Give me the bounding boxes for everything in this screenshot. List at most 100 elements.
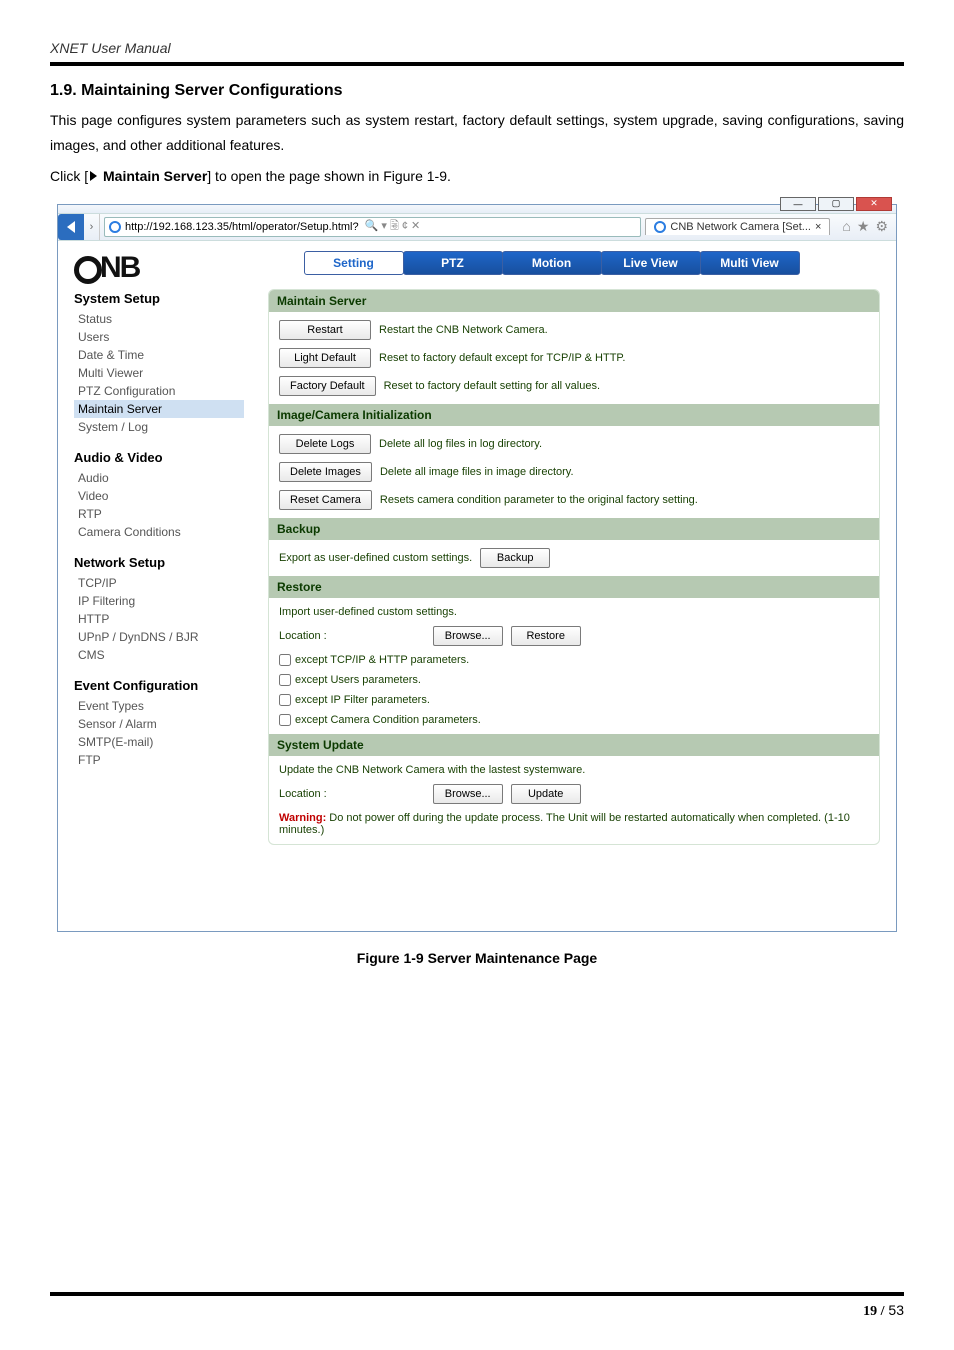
menu-item-camera-conditions[interactable]: Camera Conditions — [74, 523, 244, 541]
menu-item-upnp[interactable]: UPnP / DynDNS / BJR — [74, 628, 244, 646]
update-button[interactable]: Update — [511, 784, 581, 804]
menu-group-system-setup: System Setup — [74, 291, 244, 306]
home-icon[interactable]: ⌂ — [842, 218, 850, 235]
section-maintain-server: Maintain Server — [269, 290, 879, 312]
backup-button[interactable]: Backup — [480, 548, 550, 568]
delete-logs-desc: Delete all log files in log directory. — [379, 438, 542, 450]
update-desc: Update the CNB Network Camera with the l… — [279, 764, 869, 776]
page-number: 19 / 53 — [50, 1302, 904, 1320]
menu-group-audio-video: Audio & Video — [74, 450, 244, 465]
chk-except-tcpip[interactable]: except TCP/IP & HTTP parameters. — [279, 654, 869, 666]
menu-item-multi-viewer[interactable]: Multi Viewer — [74, 364, 244, 382]
window-minimize-button[interactable]: — — [780, 197, 816, 211]
delete-logs-button[interactable]: Delete Logs — [279, 434, 371, 454]
browser-window: — ▢ ✕ › http://192.168.123.35/html/opera… — [57, 204, 897, 932]
warning-text: Do not power off during the update proce… — [279, 812, 850, 836]
section-heading: 1.9. Maintaining Server Configurations — [50, 82, 904, 100]
ie-icon — [654, 221, 666, 233]
tab-close-icon[interactable]: × — [815, 221, 821, 233]
checkbox-icon[interactable] — [279, 714, 291, 726]
chk-except-camera-cond[interactable]: except Camera Condition parameters. — [279, 714, 869, 726]
tools-icon[interactable]: ⚙ — [875, 218, 888, 235]
restore-button[interactable]: Restore — [511, 626, 581, 646]
menu-item-smtp[interactable]: SMTP(E-mail) — [74, 733, 244, 751]
side-menu: System Setup Status Users Date & Time Mu… — [74, 289, 244, 845]
logo-circle-icon — [74, 256, 102, 284]
running-title: XNET User Manual — [50, 40, 904, 56]
chk-except-ipfilter[interactable]: except IP Filter parameters. — [279, 694, 869, 706]
menu-item-ftp[interactable]: FTP — [74, 751, 244, 769]
menu-item-users[interactable]: Users — [74, 328, 244, 346]
tab-title: CNB Network Camera [Set... — [670, 221, 811, 233]
nav-back-button[interactable] — [58, 214, 84, 240]
menu-group-event-config: Event Configuration — [74, 678, 244, 693]
menu-item-date-time[interactable]: Date & Time — [74, 346, 244, 364]
settings-pane: Maintain Server Restart Restart the CNB N… — [268, 289, 880, 845]
menu-item-sensor-alarm[interactable]: Sensor / Alarm — [74, 715, 244, 733]
light-default-button[interactable]: Light Default — [279, 348, 371, 368]
delete-images-button[interactable]: Delete Images — [279, 462, 372, 482]
reset-camera-desc: Resets camera condition parameter to the… — [380, 494, 698, 506]
update-browse-button[interactable]: Browse... — [433, 784, 503, 804]
page-current: 19 / — [863, 1304, 884, 1319]
checkbox-icon[interactable] — [279, 674, 291, 686]
section-restore: Restore — [269, 576, 879, 598]
menu-item-audio[interactable]: Audio — [74, 469, 244, 487]
window-titlebar: — ▢ ✕ — [58, 205, 896, 213]
delete-images-desc: Delete all image files in image director… — [380, 466, 574, 478]
tab-multi-view[interactable]: Multi View — [700, 251, 800, 275]
favorites-icon[interactable]: ★ — [857, 218, 870, 235]
window-maximize-button[interactable]: ▢ — [818, 197, 854, 211]
url-field[interactable]: http://192.168.123.35/html/operator/Setu… — [104, 217, 641, 237]
section-system-update: System Update — [269, 734, 879, 756]
para2-pre: Click [ — [50, 168, 88, 184]
menu-item-status[interactable]: Status — [74, 310, 244, 328]
page-content: NB Setting PTZ Motion Live View Multi Vi… — [58, 241, 896, 931]
para2-link: Maintain Server — [99, 168, 207, 184]
tab-live-view[interactable]: Live View — [601, 251, 701, 275]
restart-desc: Restart the CNB Network Camera. — [379, 324, 548, 336]
chk-label: except Users parameters. — [295, 674, 421, 686]
chk-except-users[interactable]: except Users parameters. — [279, 674, 869, 686]
factory-default-button[interactable]: Factory Default — [279, 376, 376, 396]
menu-item-ptz-config[interactable]: PTZ Configuration — [74, 382, 244, 400]
menu-item-system-log[interactable]: System / Log — [74, 418, 244, 436]
arrow-left-icon — [67, 221, 75, 233]
checkbox-icon[interactable] — [279, 654, 291, 666]
menu-item-tcpip[interactable]: TCP/IP — [74, 574, 244, 592]
restart-button[interactable]: Restart — [279, 320, 371, 340]
restore-browse-button[interactable]: Browse... — [433, 626, 503, 646]
tab-setting[interactable]: Setting — [304, 251, 404, 275]
brand-logo: NB — [74, 251, 139, 285]
menu-item-ip-filtering[interactable]: IP Filtering — [74, 592, 244, 610]
nav-forward-button[interactable]: › — [84, 214, 100, 240]
reset-camera-button[interactable]: Reset Camera — [279, 490, 372, 510]
window-close-button[interactable]: ✕ — [856, 197, 892, 211]
page-footer: 19 / 53 — [50, 1292, 904, 1320]
factory-default-desc: Reset to factory default setting for all… — [384, 380, 600, 392]
menu-item-http[interactable]: HTTP — [74, 610, 244, 628]
menu-item-maintain-server[interactable]: Maintain Server — [74, 400, 244, 418]
checkbox-icon[interactable] — [279, 694, 291, 706]
footer-rule — [50, 1292, 904, 1296]
url-suffix-icons: 🔍 ▾ 🗟 ¢ ✕ — [363, 217, 423, 236]
chk-label: except Camera Condition parameters. — [295, 714, 481, 726]
menu-item-video[interactable]: Video — [74, 487, 244, 505]
header-rule — [50, 62, 904, 66]
tab-motion[interactable]: Motion — [502, 251, 602, 275]
menu-group-network-setup: Network Setup — [74, 555, 244, 570]
menu-item-rtp[interactable]: RTP — [74, 505, 244, 523]
para2-post: ] to open the page shown in Figure 1-9. — [207, 168, 451, 184]
menu-item-event-types[interactable]: Event Types — [74, 697, 244, 715]
menu-item-cms[interactable]: CMS — [74, 646, 244, 664]
section-image-camera-init: Image/Camera Initialization — [269, 404, 879, 426]
chk-label: except TCP/IP & HTTP parameters. — [295, 654, 469, 666]
update-location-label: Location : — [279, 788, 327, 800]
update-warning: Warning: Do not power off during the upd… — [279, 812, 869, 836]
section-para-2: Click [ Maintain Server] to open the pag… — [50, 164, 904, 189]
tab-ptz[interactable]: PTZ — [403, 251, 503, 275]
browser-tab[interactable]: CNB Network Camera [Set... × — [645, 218, 830, 235]
ie-icon — [109, 221, 121, 233]
figure-caption: Figure 1-9 Server Maintenance Page — [50, 950, 904, 966]
light-default-desc: Reset to factory default except for TCP/… — [379, 352, 625, 364]
